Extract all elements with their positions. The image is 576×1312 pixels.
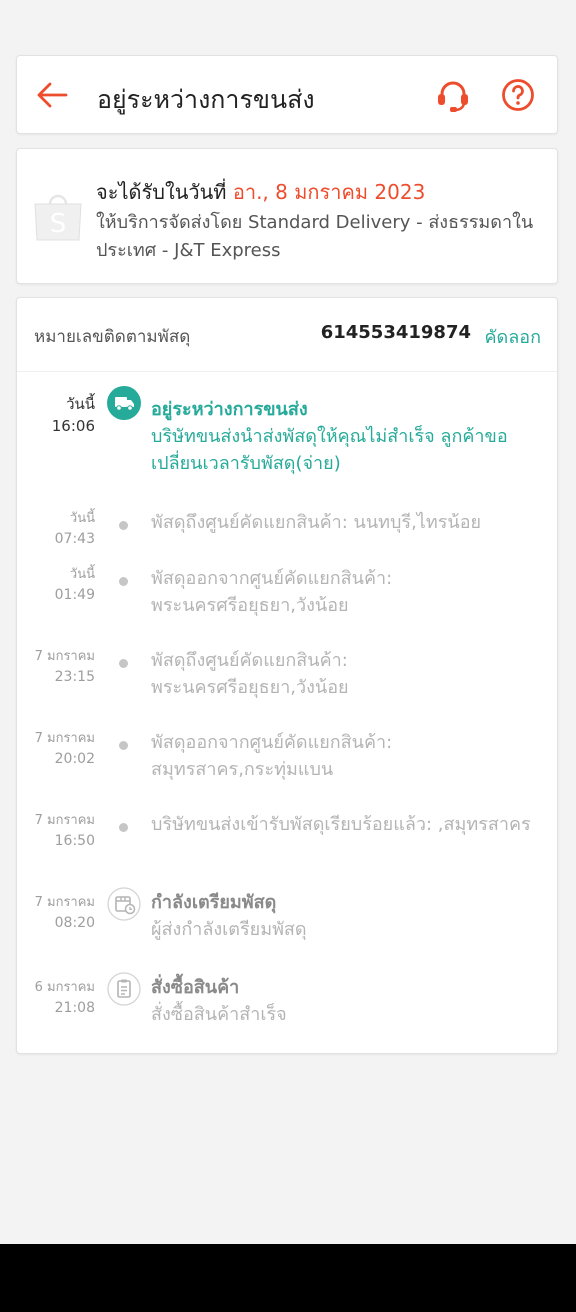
event-title: สั่งซื้อสินค้า xyxy=(151,977,240,998)
event-date: วันนี้ xyxy=(69,511,95,526)
event-content: สั่งซื้อสินค้า สั่งซื้อสินค้าสำเร็จ xyxy=(151,974,551,1028)
event-datetime: 6 มกราคม 21:08 xyxy=(35,978,95,1018)
event-date: 7 มกราคม xyxy=(34,649,95,664)
delivery-truck-icon xyxy=(107,386,141,420)
event-description: พัสดุถึงศูนย์คัดแยกสินค้า: พระนครศรีอยุธ… xyxy=(151,650,349,698)
event-title: อยู่ระหว่างการขนส่ง xyxy=(151,399,308,420)
eta-prefix: จะได้รับในวันที่ xyxy=(96,180,233,204)
event-time: 23:15 xyxy=(54,669,95,685)
event-datetime: 7 มกราคม 20:02 xyxy=(35,729,95,769)
eta-date: อา., 8 มกราคม 2023 xyxy=(232,180,426,204)
timeline-dot xyxy=(119,521,128,530)
event-description: พัสดุออกจากศูนย์คัดแยกสินค้า: สมุทรสาคร,… xyxy=(151,732,393,780)
event-datetime: วันนี้ 01:49 xyxy=(55,565,95,605)
event-time: 16:50 xyxy=(54,833,95,849)
event-description: ผู้ส่งกำลังเตรียมพัสดุ xyxy=(151,919,307,940)
event-datetime: วันนี้ 16:06 xyxy=(52,394,95,436)
event-time: 01:49 xyxy=(54,587,95,603)
delivery-info-card: S จะได้รับในวันที่ อา., 8 มกราคม 2023 ให… xyxy=(16,148,558,284)
customer-support-headset-icon[interactable] xyxy=(435,78,471,114)
shipping-service-text: ให้บริการจัดส่งโดย Standard Delivery - ส… xyxy=(96,212,534,261)
timeline-dot xyxy=(119,823,128,832)
help-question-icon[interactable] xyxy=(501,78,535,112)
back-arrow-icon[interactable] xyxy=(35,78,69,112)
event-content: กำลังเตรียมพัสดุ ผู้ส่งกำลังเตรียมพัสดุ xyxy=(151,889,551,943)
event-date: 6 มกราคม xyxy=(34,980,95,995)
eta-line: จะได้รับในวันที่ อา., 8 มกราคม 2023 xyxy=(96,176,425,208)
event-time: 07:43 xyxy=(54,531,95,547)
svg-text:S: S xyxy=(50,209,67,239)
event-datetime: วันนี้ 07:43 xyxy=(55,509,95,549)
event-time: 20:02 xyxy=(54,751,95,767)
package-preparing-icon xyxy=(107,887,141,921)
event-date: วันนี้ xyxy=(69,567,95,582)
event-description: สั่งซื้อสินค้าสำเร็จ xyxy=(151,1004,287,1025)
timeline-dot xyxy=(119,659,128,668)
event-date: 7 มกราคม xyxy=(34,731,95,746)
event-title: กำลังเตรียมพัสดุ xyxy=(151,892,277,913)
event-description: พัสดุถึงศูนย์คัดแยกสินค้า: นนทบุรี,ไทรน้… xyxy=(151,512,482,533)
system-navigation-bar xyxy=(0,1244,576,1312)
tracking-number-label: หมายเลขติดตามพัสดุ xyxy=(34,327,191,347)
event-description: พัสดุออกจากศูนย์คัดแยกสินค้า: พระนครศรีอ… xyxy=(151,568,393,616)
shop-bag-logo-icon: S xyxy=(34,194,82,241)
copy-button[interactable]: คัดลอก xyxy=(485,322,541,351)
event-date: 7 มกราคม xyxy=(34,813,95,828)
event-description: บริษัทขนส่งเข้ารับพัสดุเรียบร้อยแล้ว: ,ส… xyxy=(151,814,531,835)
event-datetime: 7 มกราคม 16:50 xyxy=(35,811,95,851)
event-content: อยู่ระหว่างการขนส่ง บริษัทขนส่งนำส่งพัสด… xyxy=(151,396,551,477)
event-datetime: 7 มกราคม 08:20 xyxy=(35,893,95,933)
event-description: บริษัทขนส่งนำส่งพัสดุให้คุณไม่สำเร็จ ลูก… xyxy=(151,426,508,474)
event-date: 7 มกราคม xyxy=(34,895,95,910)
timeline-dot xyxy=(119,741,128,750)
timeline-dot xyxy=(119,577,128,586)
header-bar: อยู่ระหว่างการขนส่ง xyxy=(16,55,558,134)
event-time: 08:20 xyxy=(54,915,95,931)
page-title: อยู่ระหว่างการขนส่ง xyxy=(97,85,315,114)
event-time: 16:06 xyxy=(51,417,95,435)
event-date: วันนี้ xyxy=(66,395,95,413)
tracking-card: หมายเลขติดตามพัสดุ 614553419874 คัดลอก ว… xyxy=(16,297,558,1054)
order-clipboard-icon xyxy=(107,972,141,1006)
event-datetime: 7 มกราคม 23:15 xyxy=(35,647,95,687)
event-time: 21:08 xyxy=(54,1000,95,1016)
tracking-number-row: หมายเลขติดตามพัสดุ 614553419874 คัดลอก xyxy=(17,298,557,372)
tracking-number: 614553419874 xyxy=(320,322,471,343)
